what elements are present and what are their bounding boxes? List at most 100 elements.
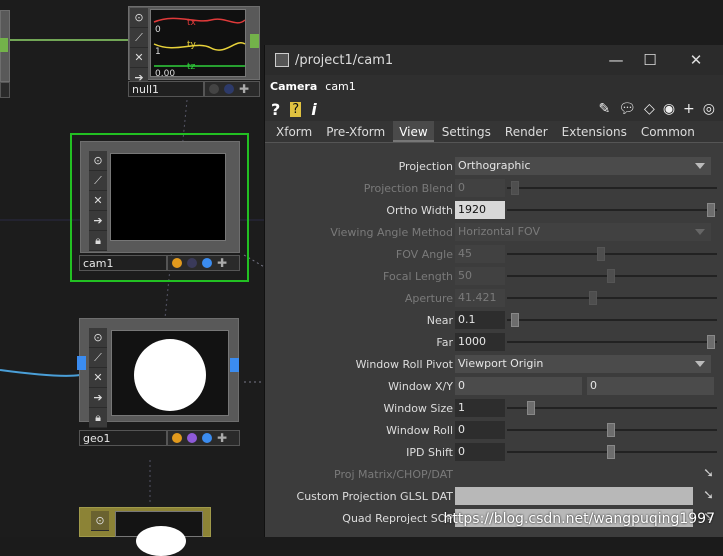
- add-icon[interactable]: +: [683, 101, 695, 117]
- tab-pre-xform[interactable]: Pre-Xform: [320, 121, 391, 142]
- tab-render[interactable]: Render: [499, 121, 554, 142]
- flag-x-icon[interactable]: ✕: [130, 48, 148, 68]
- tab-extensions[interactable]: Extensions: [556, 121, 633, 142]
- ortho-width-slider[interactable]: [507, 203, 717, 217]
- viewer-icon[interactable]: ⊙: [89, 328, 107, 348]
- node-cam1[interactable]: ⊙ ⟋ ✕ ➔ 🔒︎ cam1 ✚: [70, 133, 250, 283]
- slider-thumb[interactable]: [607, 445, 615, 459]
- param-window-roll-pivot[interactable]: Window Roll Pivot Viewport Origin: [265, 353, 723, 375]
- param-proj-matrix[interactable]: Proj Matrix/CHOP/DAT ➘: [265, 463, 723, 485]
- geo1-flags[interactable]: ✚: [167, 430, 240, 446]
- partial-node-left[interactable]: [0, 10, 12, 100]
- focal-length-slider[interactable]: [507, 269, 717, 283]
- op-name[interactable]: cam1: [325, 80, 356, 93]
- viewing-angle-menu[interactable]: Horizontal FOV: [455, 223, 711, 241]
- viewer-icon[interactable]: ⊙: [130, 8, 148, 28]
- info-icon[interactable]: i: [311, 100, 316, 119]
- parameter-window[interactable]: /project1/cam1 — ☐ ✕ Camera cam1 ? ? i ✎…: [264, 45, 723, 537]
- flag-x-icon[interactable]: ✕: [89, 191, 107, 211]
- comment-icon[interactable]: 💬︎: [618, 101, 636, 117]
- fov-angle-slider[interactable]: [507, 247, 717, 261]
- viewer-icon[interactable]: ⊙: [91, 511, 109, 531]
- tab-xform[interactable]: Xform: [270, 121, 318, 142]
- param-custom-projection[interactable]: Custom Projection GLSL DAT ➘: [265, 485, 723, 507]
- tab-common[interactable]: Common: [635, 121, 701, 142]
- slider-thumb[interactable]: [511, 313, 519, 327]
- param-near[interactable]: Near 0.1: [265, 309, 723, 331]
- projection-menu[interactable]: Orthographic: [455, 157, 711, 175]
- projection-blend-field[interactable]: 0: [455, 179, 505, 197]
- window-size-slider[interactable]: [507, 401, 717, 415]
- param-aperture[interactable]: Aperture 41.421: [265, 287, 723, 309]
- geo1-output-connector[interactable]: [230, 358, 239, 372]
- ortho-width-field[interactable]: 1920: [455, 201, 505, 219]
- target-icon[interactable]: ◎: [703, 101, 715, 117]
- aperture-slider[interactable]: [507, 291, 717, 305]
- far-slider[interactable]: [507, 335, 717, 349]
- slider-thumb[interactable]: [511, 181, 519, 195]
- ipd-shift-field[interactable]: 0: [455, 443, 505, 461]
- ipd-shift-slider[interactable]: [507, 445, 717, 459]
- slider-thumb[interactable]: [707, 203, 715, 217]
- window-x-field[interactable]: 0: [455, 377, 582, 395]
- null1-flags[interactable]: ✚: [204, 81, 260, 97]
- focal-length-field[interactable]: 50: [455, 267, 505, 285]
- node-null1[interactable]: ⊙ ⟋ ✕ ➔ tx ty tz 0 1 0.00 null1 ✚: [128, 6, 262, 98]
- param-window-xy[interactable]: Window X/Y 0 0: [265, 375, 723, 397]
- custom-projection-field[interactable]: [455, 487, 693, 505]
- param-window-roll[interactable]: Window Roll 0: [265, 419, 723, 441]
- display-icon[interactable]: ➔: [89, 211, 107, 231]
- slider-thumb[interactable]: [527, 401, 535, 415]
- window-titlebar[interactable]: /project1/cam1 — ☐ ✕: [265, 45, 723, 75]
- flag-x-icon[interactable]: ✕: [89, 368, 107, 388]
- far-field[interactable]: 1000: [455, 333, 505, 351]
- param-focal-length[interactable]: Focal Length 50: [265, 265, 723, 287]
- window-roll-pivot-menu[interactable]: Viewport Origin: [455, 355, 711, 373]
- aperture-field[interactable]: 41.421: [455, 289, 505, 307]
- geo1-input-connector[interactable]: [77, 356, 86, 370]
- slider-thumb[interactable]: [607, 423, 615, 437]
- window-size-field[interactable]: 1: [455, 399, 505, 417]
- window-y-field[interactable]: 0: [587, 377, 714, 395]
- near-slider[interactable]: [507, 313, 717, 327]
- close-icon[interactable]: ✕: [686, 51, 706, 69]
- help-icon[interactable]: ?: [271, 100, 280, 119]
- tab-view[interactable]: View: [393, 121, 434, 142]
- slider-thumb[interactable]: [607, 269, 615, 283]
- slider-thumb[interactable]: [597, 247, 605, 261]
- python-icon[interactable]: ◉: [663, 101, 675, 117]
- param-far[interactable]: Far 1000: [265, 331, 723, 353]
- cam1-flags[interactable]: ✚: [167, 255, 240, 271]
- tab-settings[interactable]: Settings: [436, 121, 497, 142]
- param-projection[interactable]: Projection Orthographic: [265, 155, 723, 177]
- lock-icon[interactable]: 🔒︎: [89, 408, 107, 428]
- maximize-icon[interactable]: ☐: [640, 51, 660, 69]
- param-projection-blend[interactable]: Projection Blend 0: [265, 177, 723, 199]
- param-fov-angle[interactable]: FOV Angle 45: [265, 243, 723, 265]
- fov-angle-field[interactable]: 45: [455, 245, 505, 263]
- python-help-icon[interactable]: ?: [290, 101, 302, 117]
- projection-blend-slider[interactable]: [507, 181, 717, 195]
- bypass-icon[interactable]: ⟋: [130, 28, 148, 48]
- slider-thumb[interactable]: [707, 335, 715, 349]
- param-viewing-angle-method[interactable]: Viewing Angle Method Horizontal FOV: [265, 221, 723, 243]
- near-field[interactable]: 0.1: [455, 311, 505, 329]
- pencil-icon[interactable]: ✎: [599, 101, 611, 117]
- window-roll-slider[interactable]: [507, 423, 717, 437]
- bypass-icon[interactable]: ⟋: [89, 348, 107, 368]
- drop-arrow-icon[interactable]: ➘: [703, 466, 714, 481]
- minimize-icon[interactable]: —: [606, 51, 626, 69]
- viewer-icon[interactable]: ⊙: [89, 151, 107, 171]
- display-icon[interactable]: ➔: [89, 388, 107, 408]
- drop-arrow-icon[interactable]: ➘: [703, 488, 714, 503]
- node-bottom-partial[interactable]: ⊙: [79, 507, 219, 556]
- param-window-size[interactable]: Window Size 1: [265, 397, 723, 419]
- clone-icon[interactable]: ◇: [644, 101, 655, 117]
- param-ortho-width[interactable]: Ortho Width 1920: [265, 199, 723, 221]
- window-roll-field[interactable]: 0: [455, 421, 505, 439]
- bypass-icon[interactable]: ⟋: [89, 171, 107, 191]
- null1-output-connector[interactable]: [250, 34, 259, 48]
- param-ipd-shift[interactable]: IPD Shift 0: [265, 441, 723, 463]
- lock-icon[interactable]: 🔒︎: [89, 231, 107, 251]
- slider-thumb[interactable]: [589, 291, 597, 305]
